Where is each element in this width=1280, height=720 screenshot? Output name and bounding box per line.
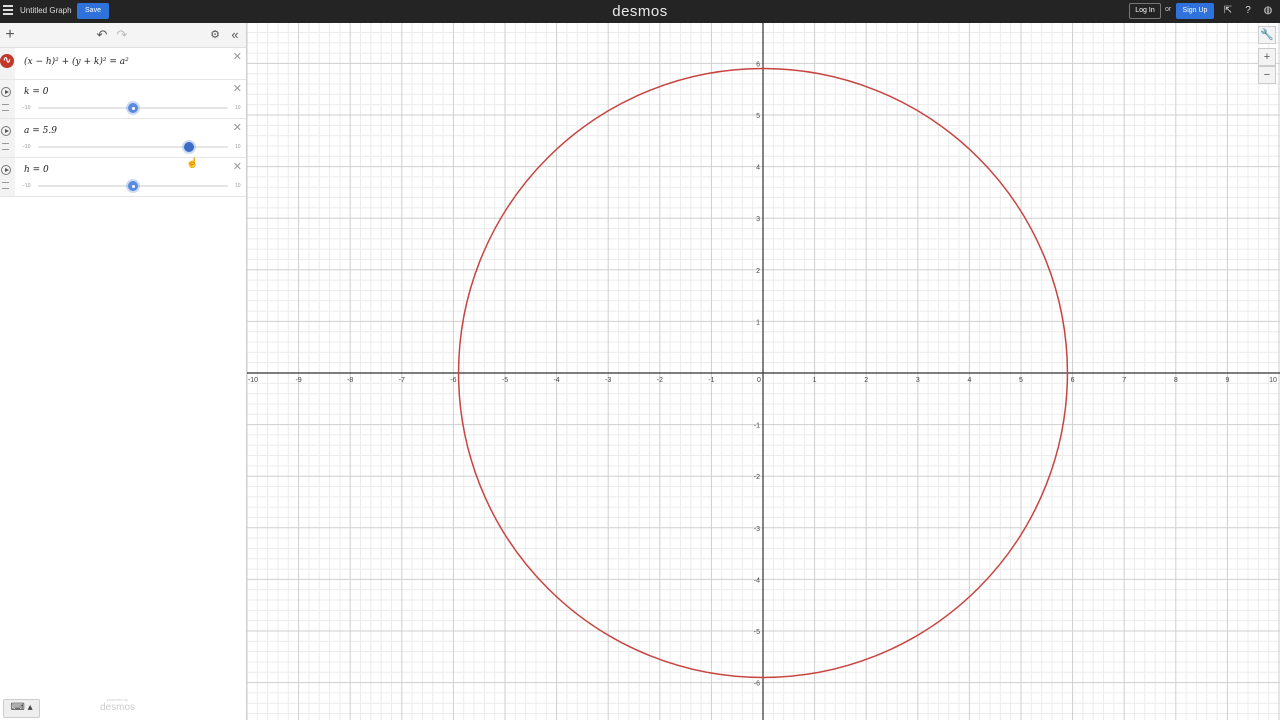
hand-cursor-icon: ☝: [186, 158, 199, 169]
graph-svg[interactable]: -10 -9 -8 -7 -6 -5 -4 -3 -2 -1 0 1 2 3 4 5 6 7 8 9 10654321-…: [247, 23, 1280, 720]
y-tick-label: 6: [756, 61, 760, 68]
top-bar: Untitled Graph Save desmos Log In or Sig…: [0, 0, 1280, 23]
x-tick-label: 1: [813, 377, 817, 384]
powered-by-logo: desmos: [100, 702, 136, 713]
y-tick-label: 2: [756, 268, 760, 275]
slider-track[interactable]: [38, 142, 228, 152]
share-icon[interactable]: ⇱: [1221, 4, 1235, 18]
x-tick-label: 8: [1174, 377, 1178, 384]
x-tick-label: 6: [1071, 377, 1075, 384]
undo-icon[interactable]: ↶: [95, 26, 109, 44]
y-tick-label: 5: [756, 113, 760, 120]
y-tick-label: -6: [754, 681, 760, 688]
expression-slider-k[interactable]: k = 0 ✕ −10 10: [0, 80, 246, 119]
play-icon[interactable]: [1, 126, 11, 136]
x-tick-label: -4: [553, 377, 559, 384]
expression-latex[interactable]: (x − h)² + (y + k)² = a²: [24, 57, 129, 67]
play-icon[interactable]: [1, 87, 11, 97]
slider-max[interactable]: 10: [235, 183, 241, 189]
x-tick-label: -8: [347, 377, 353, 384]
y-tick-label: -1: [754, 423, 760, 430]
slider-min[interactable]: −10: [22, 183, 30, 189]
settings-gear-icon[interactable]: ⚙: [208, 26, 222, 44]
graph-settings-wrench-icon[interactable]: 🔧: [1258, 26, 1276, 44]
slider-label[interactable]: a = 5.9: [24, 126, 57, 136]
graph-canvas[interactable]: -10 -9 -8 -7 -6 -5 -4 -3 -2 -1 0 1 2 3 4 5 6 7 8 9 10 6 5 4 3 2 1-…: [247, 23, 1280, 720]
x-tick-label: -5: [502, 377, 508, 384]
slider-max[interactable]: 10: [235, 144, 241, 150]
signup-button[interactable]: Sign Up: [1176, 3, 1214, 19]
collapse-panel-icon[interactable]: «: [228, 26, 242, 44]
or-text: or: [1165, 6, 1172, 13]
y-tick-label: -3: [754, 526, 760, 533]
play-icon[interactable]: [1, 165, 11, 175]
x-tick-label: 3: [916, 377, 920, 384]
help-icon[interactable]: ?: [1241, 4, 1255, 18]
delete-expression-icon[interactable]: ✕: [233, 82, 242, 95]
graph-color-icon[interactable]: ∿: [0, 54, 14, 68]
powered-by-desmos[interactable]: powered by desmos: [100, 697, 135, 713]
delete-expression-icon[interactable]: ✕: [233, 50, 242, 63]
x-tick-label: -7: [399, 377, 405, 384]
x-tick-label: 9: [1225, 377, 1229, 384]
drag-handle-icon[interactable]: [2, 104, 9, 111]
drag-handle-icon[interactable]: [2, 143, 9, 150]
redo-icon[interactable]: ↷: [115, 26, 129, 44]
x-tick-label: -2: [657, 377, 663, 384]
x-tick-label: -10: [248, 377, 258, 384]
x-tick-label: -6: [450, 377, 456, 384]
y-tick-label: -5: [754, 629, 760, 636]
slider-max[interactable]: 10: [235, 105, 241, 111]
expression-gutter: [0, 158, 15, 196]
slider-track[interactable]: [38, 103, 228, 113]
x-tick-label: 7: [1122, 377, 1126, 384]
x-tick-label: -3: [605, 377, 611, 384]
slider-label[interactable]: k = 0: [24, 87, 48, 97]
panel-toolbar: + ↶ ↷ ⚙ «: [0, 23, 246, 48]
y-tick-label: 1: [756, 319, 760, 326]
expression-gutter: [0, 80, 15, 118]
keyboard-toggle-icon[interactable]: ⌨ ▴: [3, 699, 40, 718]
language-icon[interactable]: ◍: [1261, 4, 1275, 18]
x-tick-label: 2: [864, 377, 868, 384]
slider-thumb[interactable]: [128, 103, 138, 113]
desmos-logo: desmos: [612, 3, 668, 20]
delete-expression-icon[interactable]: ✕: [233, 121, 242, 134]
expression-slider-h[interactable]: h = 0 ✕ −10 10: [0, 158, 246, 197]
x-tick-label: -9: [295, 377, 301, 384]
expression-slider-a[interactable]: a = 5.9 ✕ −10 10: [0, 119, 246, 158]
slider-thumb[interactable]: [184, 142, 195, 152]
x-tick-label: -1: [708, 377, 714, 384]
expression-gutter: [0, 119, 15, 157]
y-tick-label: -4: [754, 577, 760, 584]
slider-thumb[interactable]: [128, 181, 138, 191]
login-button[interactable]: Log In: [1129, 3, 1161, 19]
drag-handle-icon[interactable]: [2, 182, 9, 189]
x-tick-label: 0: [757, 377, 761, 384]
slider-label[interactable]: h = 0: [24, 165, 49, 175]
expression-panel: + ↶ ↷ ⚙ « ∿ (x − h)² + (y + k)² = a² ✕ k…: [0, 23, 247, 720]
delete-expression-icon[interactable]: ✕: [233, 160, 242, 173]
zoom-in-icon[interactable]: +: [1258, 48, 1276, 66]
slider-min[interactable]: −10: [22, 105, 30, 111]
y-tick-label: 3: [756, 216, 760, 223]
y-tick-label: -2: [754, 474, 760, 481]
x-tick-label: 10: [1269, 377, 1277, 384]
add-expression-icon[interactable]: +: [3, 26, 17, 44]
expression-list: ∿ (x − h)² + (y + k)² = a² ✕ k = 0 ✕ −10…: [0, 48, 246, 197]
expression-equation[interactable]: ∿ (x − h)² + (y + k)² = a² ✕: [0, 48, 246, 80]
x-tick-label: 4: [967, 377, 971, 384]
x-tick-label: 5: [1019, 377, 1023, 384]
slider-track[interactable]: [38, 181, 228, 191]
y-tick-label: 4: [756, 165, 760, 172]
slider-min[interactable]: −10: [22, 144, 30, 150]
zoom-out-icon[interactable]: −: [1258, 66, 1276, 84]
